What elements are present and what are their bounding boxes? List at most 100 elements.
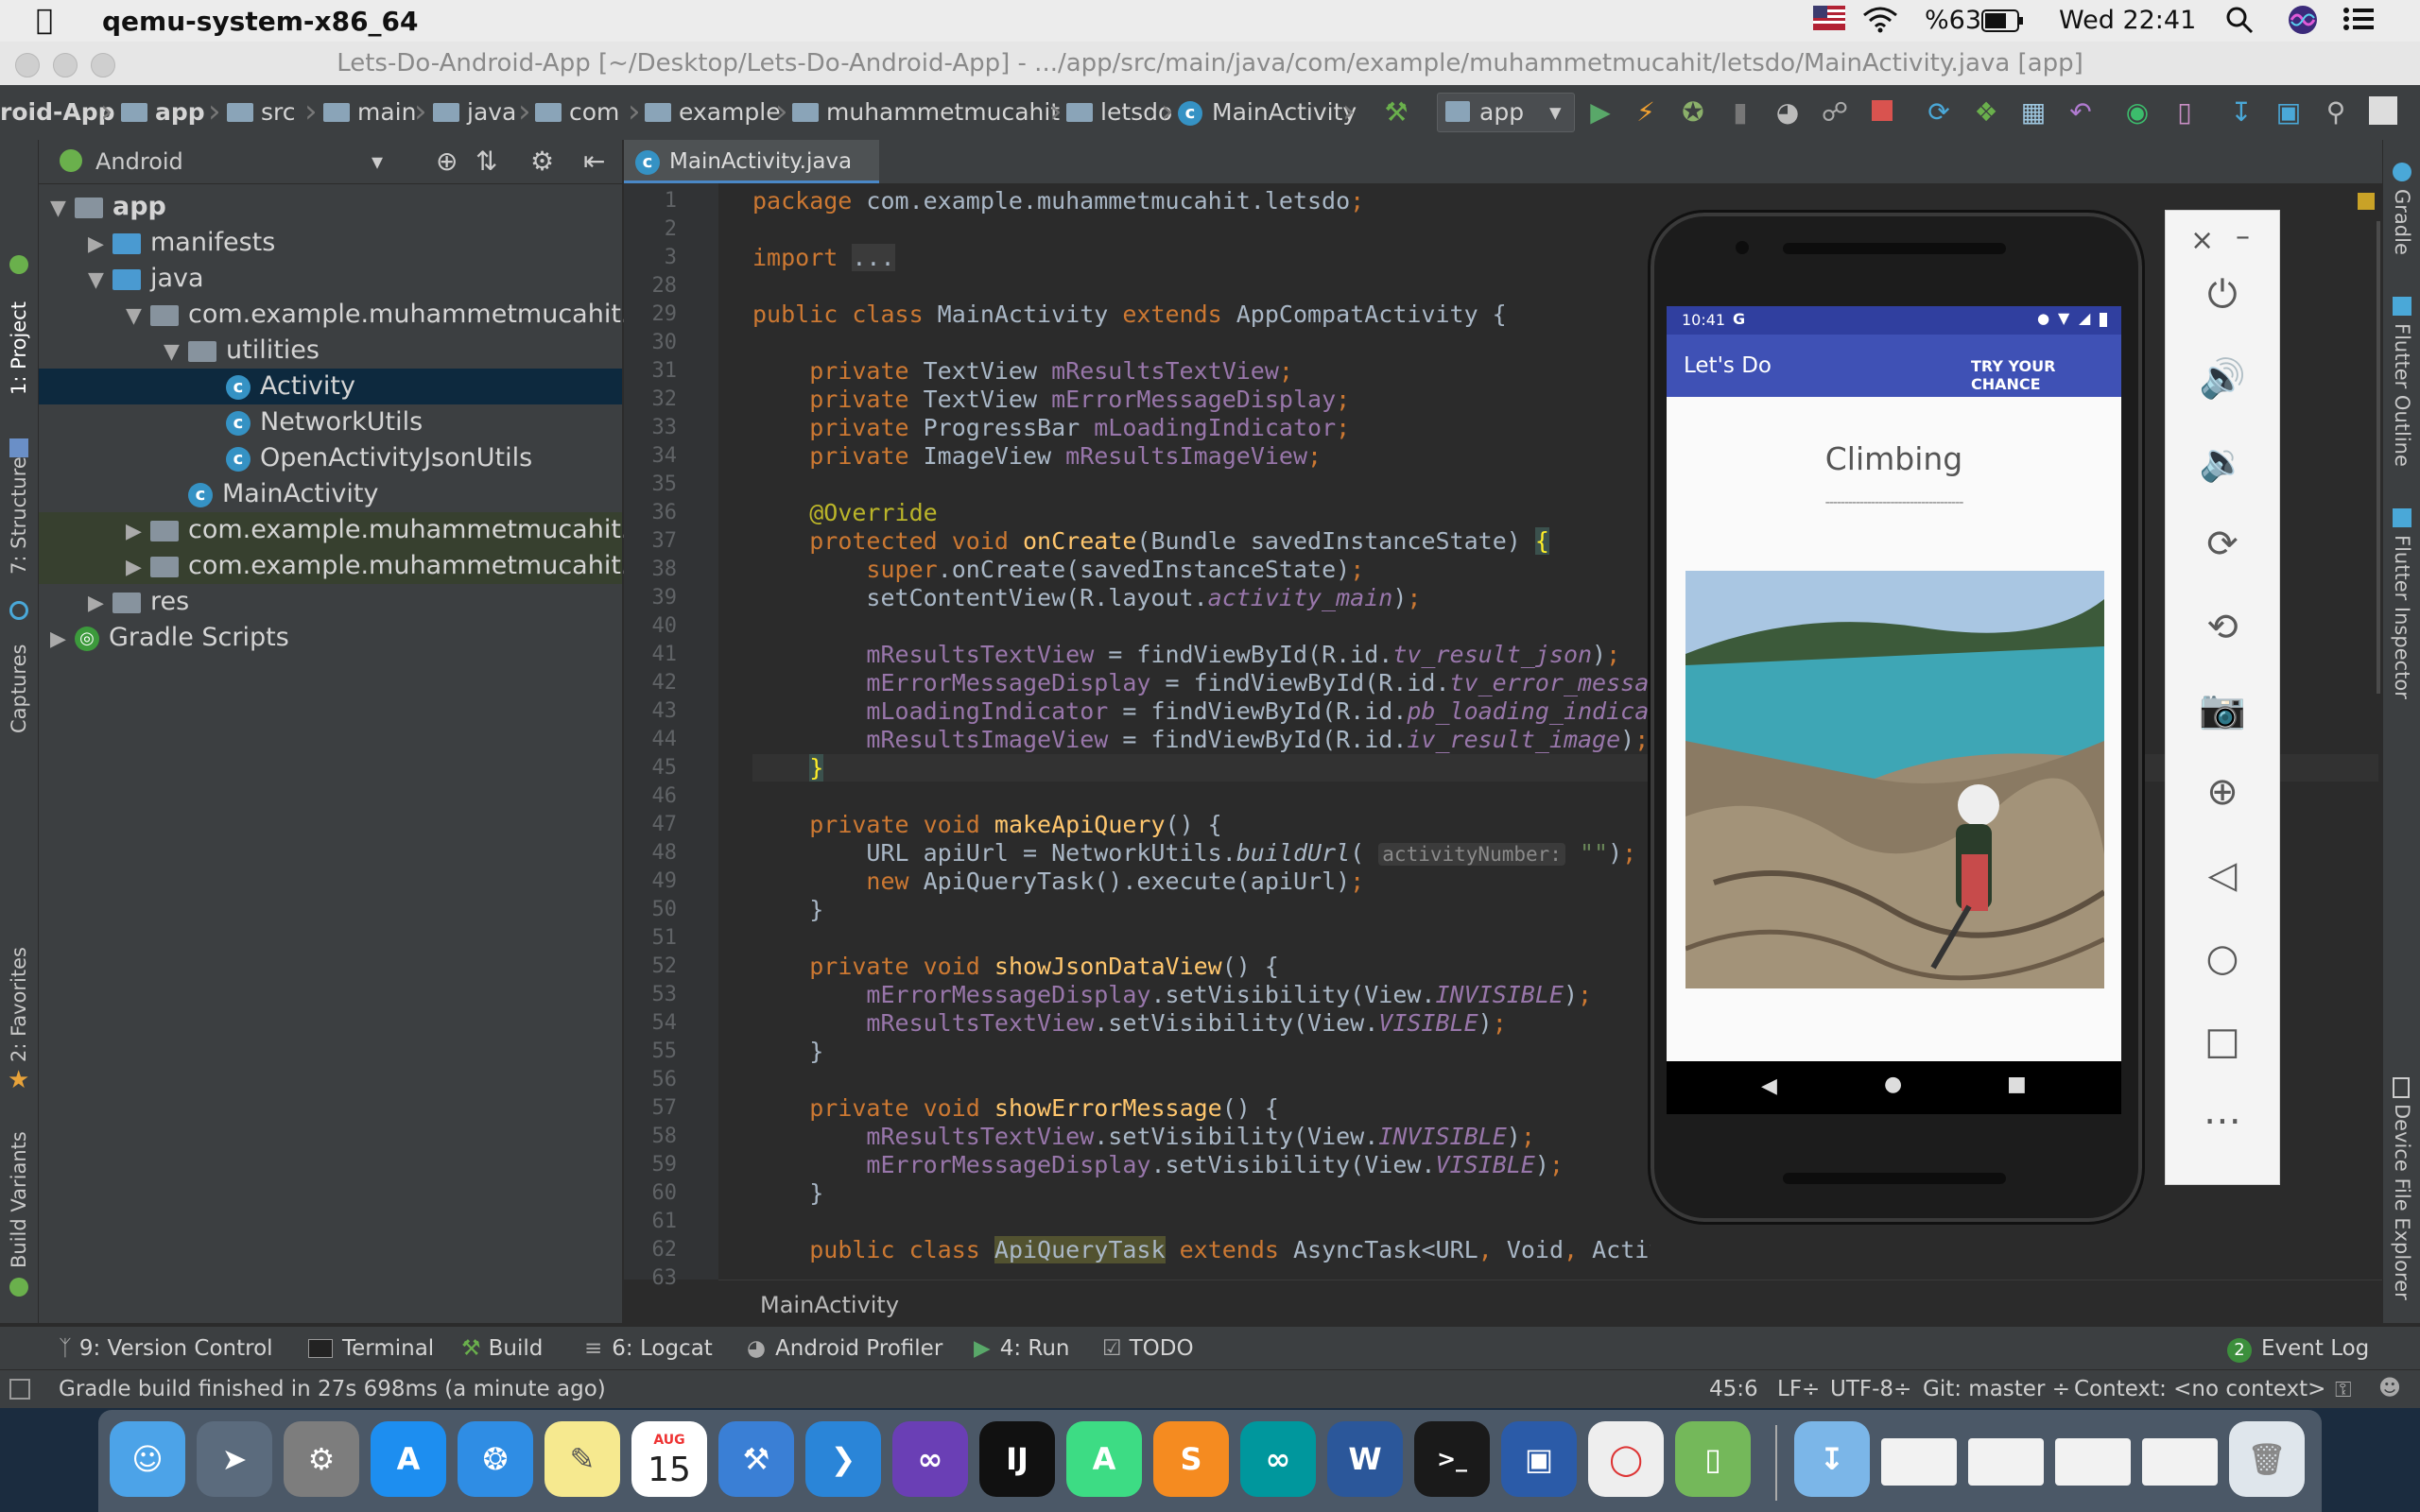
hammer-build-icon[interactable]: ⚒: [1380, 96, 1412, 129]
emulator-screen[interactable]: 10:41 G ● ▼ ◢ Let's Do TRY YOUR CHANCE C…: [1667, 306, 2121, 1114]
stop-icon[interactable]: [1866, 96, 1898, 129]
chevron-down-icon[interactable]: ▼: [50, 191, 75, 227]
crumb-java[interactable]: java: [433, 98, 516, 126]
caret-position[interactable]: 45:6: [1709, 1377, 1758, 1401]
crumb-app[interactable]: app: [121, 98, 205, 126]
home-icon[interactable]: ○: [2166, 936, 2279, 980]
tree-item[interactable]: ▶ manifests: [39, 225, 622, 261]
minimize-icon[interactable]: –: [2236, 220, 2250, 253]
git-branch[interactable]: Git: master ÷: [1923, 1377, 2070, 1401]
recents-icon[interactable]: ■: [2007, 1073, 2027, 1096]
logcat-tab[interactable]: ≡ 6: Logcat: [584, 1336, 713, 1361]
apple-menu-icon[interactable]: : [36, 4, 53, 37]
chevron-down-icon[interactable]: ▾: [372, 148, 383, 175]
tree-item[interactable]: ▼ app: [39, 189, 622, 225]
safari-icon[interactable]: ❂: [458, 1421, 533, 1497]
tab-build-variants[interactable]: Build Variants: [8, 1131, 30, 1268]
crumb-com[interactable]: com: [535, 98, 619, 126]
tree-item[interactable]: ▶ ◎ Gradle Scripts: [39, 620, 622, 656]
chevron-down-icon[interactable]: ▼: [126, 299, 150, 335]
run-tab[interactable]: ▶ 4: Run: [974, 1336, 1070, 1361]
close-icon[interactable]: ×: [2190, 224, 2214, 257]
wifi-icon[interactable]: [1862, 6, 1898, 41]
crumb-main[interactable]: main: [323, 98, 416, 126]
menubar-clock[interactable]: Wed 22:41: [2059, 6, 2196, 35]
coverage-icon[interactable]: ▮: [1724, 96, 1756, 129]
android-icon[interactable]: ◉: [2121, 96, 2153, 129]
visual-studio-icon[interactable]: ∞: [892, 1421, 968, 1497]
inspector-icon[interactable]: ☻: [2378, 1376, 2401, 1400]
sublime-text-icon[interactable]: S: [1153, 1421, 1229, 1497]
zoom-icon[interactable]: ⊕: [2166, 770, 2279, 814]
gear-icon[interactable]: ⚙: [530, 146, 554, 177]
battery-icon[interactable]: [1981, 9, 2025, 39]
power-icon[interactable]: ⏻: [2166, 273, 2279, 317]
tab-mainactivity-java[interactable]: cMainActivity.java ×: [624, 140, 879, 217]
intellij-idea-icon[interactable]: IJ: [979, 1421, 1055, 1497]
tree-item[interactable]: c NetworkUtils: [39, 404, 622, 440]
terminal-icon[interactable]: >_: [1414, 1421, 1490, 1497]
launchpad-icon[interactable]: ➤: [197, 1421, 272, 1497]
vscode-icon[interactable]: ❯: [805, 1421, 881, 1497]
word-icon[interactable]: W: [1327, 1421, 1403, 1497]
tree-item[interactable]: ▼ java: [39, 261, 622, 297]
calendar-icon[interactable]: AUG 15: [631, 1421, 707, 1497]
crumb-example[interactable]: example: [645, 98, 781, 126]
device-icon[interactable]: ▯: [2169, 96, 2201, 129]
project-view-selector[interactable]: Android: [95, 148, 183, 175]
overview-icon[interactable]: □: [2166, 1020, 2279, 1063]
back-icon[interactable]: ◀: [1761, 1074, 1777, 1098]
virtualbox-icon[interactable]: ▣: [1501, 1421, 1577, 1497]
todo-tab[interactable]: ☑ TODO: [1102, 1336, 1194, 1361]
hide-panel-icon[interactable]: ⇤: [583, 146, 605, 177]
editor-scrollbar[interactable]: [2354, 183, 2382, 1280]
xcode-icon[interactable]: ⚒: [718, 1421, 794, 1497]
crumb-muhammetmucahit[interactable]: muhammetmucahit: [792, 98, 1060, 126]
tree-item[interactable]: ▼ com.example.muhammetmucahit.lets: [39, 297, 675, 335]
crumb-mainactivity[interactable]: c MainActivity: [1178, 98, 1357, 126]
run-config-dropdown[interactable]: app ▾: [1437, 93, 1575, 132]
run-icon[interactable]: ▶: [1584, 96, 1616, 129]
line-separator[interactable]: LF÷: [1777, 1377, 1820, 1401]
scroll-from-source-icon[interactable]: ⊕: [436, 146, 458, 177]
tree-item[interactable]: ▶ com.example.muhammetmucahit.lets: [39, 548, 675, 586]
crumb-letsdo[interactable]: letsdo: [1066, 98, 1172, 126]
tab-flutter-outline[interactable]: Flutter Outline: [2391, 323, 2413, 467]
context-indicator[interactable]: Context: <no context>: [2074, 1377, 2325, 1401]
more-icon[interactable]: ⋯: [2166, 1099, 2279, 1143]
apply-changes-icon[interactable]: ⚡: [1630, 96, 1662, 129]
window-thumbnail-icon[interactable]: [1968, 1438, 2044, 1486]
camera-icon[interactable]: 📷: [2166, 687, 2279, 731]
project-structure-icon[interactable]: ❖: [1970, 96, 2002, 129]
tab-device-file-explorer[interactable]: Device File Explorer: [2391, 1104, 2413, 1300]
tab-flutter-inspector[interactable]: Flutter Inspector: [2391, 535, 2413, 699]
chevron-right-icon[interactable]: ▶: [88, 227, 112, 263]
crumb-project[interactable]: roid-App: [0, 98, 114, 126]
chevron-right-icon[interactable]: ▶: [126, 550, 150, 586]
debug-icon[interactable]: ✪: [1677, 96, 1709, 129]
attach-debugger-icon[interactable]: ☍: [1819, 96, 1851, 129]
chevron-right-icon[interactable]: ▶: [88, 586, 112, 622]
version-control-tab[interactable]: ᛉ 9: Version Control: [59, 1336, 273, 1361]
collapse-all-icon[interactable]: ⇅: [475, 146, 497, 177]
notification-center-icon[interactable]: [2342, 6, 2375, 39]
system-preferences-icon[interactable]: ⚙: [284, 1421, 359, 1497]
event-log-tab[interactable]: 2 Event Log: [2227, 1336, 2369, 1363]
tab-gradle[interactable]: Gradle: [2391, 189, 2413, 255]
tree-item[interactable]: ▶ res: [39, 584, 622, 620]
scrollbar-thumb[interactable]: [2377, 221, 2380, 694]
search-icon[interactable]: ⚲: [2320, 96, 2352, 129]
spotlight-search-icon[interactable]: [2225, 6, 2254, 41]
volume-up-icon[interactable]: 🔊: [2166, 356, 2279, 401]
layout-inspector-icon[interactable]: ▣: [2273, 96, 2305, 129]
status-message[interactable]: Gradle build finished in 27s 698ms (a mi…: [59, 1377, 606, 1401]
window-thumbnail-icon[interactable]: [1881, 1438, 1957, 1486]
tab-structure[interactable]: 7: Structure: [8, 456, 30, 575]
terminal-tab[interactable]: Terminal: [308, 1336, 434, 1361]
android-emulator-icon[interactable]: ▯: [1675, 1421, 1751, 1497]
flag-icon[interactable]: [1813, 6, 1845, 37]
chevron-down-icon[interactable]: ▼: [88, 263, 112, 299]
editor-breadcrumb[interactable]: MainActivity: [760, 1292, 899, 1318]
siri-icon[interactable]: [2288, 5, 2318, 42]
avd-manager-icon[interactable]: ▦: [2017, 96, 2049, 129]
